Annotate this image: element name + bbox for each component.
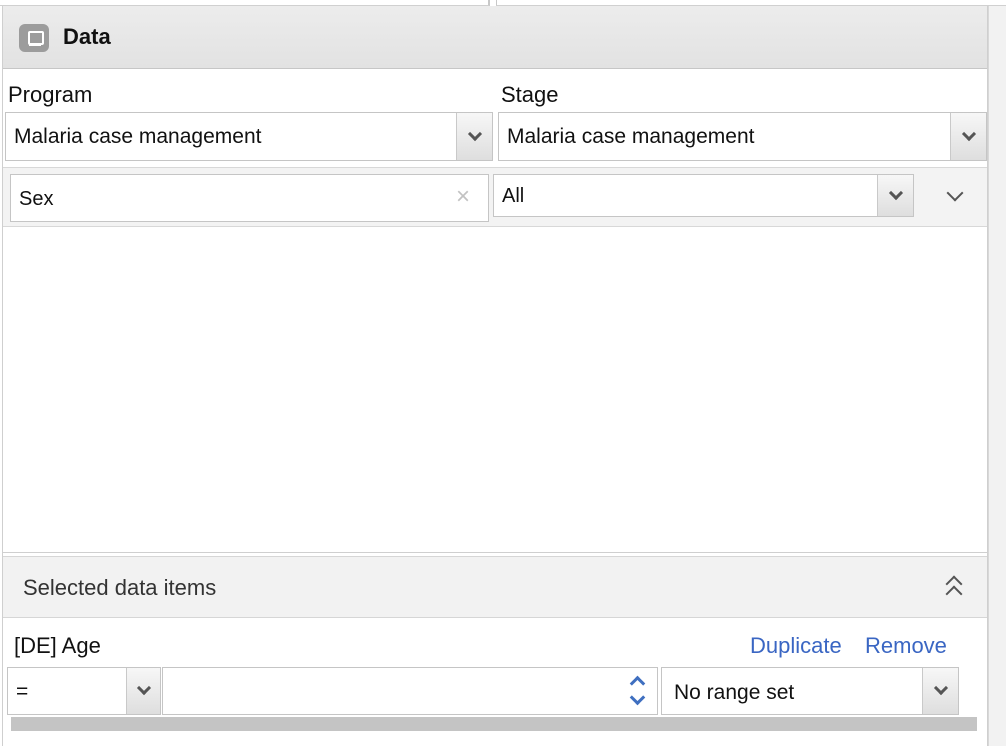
operator-dropdown-trigger[interactable] [126,668,160,714]
expand-chevron-icon[interactable] [946,184,964,202]
stage-dropdown-trigger[interactable] [950,113,986,160]
duplicate-link[interactable]: Duplicate [750,633,842,659]
filter-type-value: All [502,185,525,207]
selected-items-header[interactable]: Selected data items [3,556,987,618]
data-panel-icon [19,24,49,52]
stage-select[interactable]: Malaria case management [498,112,987,161]
selected-item-name: [DE] Age [14,633,101,658]
filter-type-select[interactable]: All [493,174,914,217]
program-select[interactable]: Malaria case management [5,112,493,161]
clear-icon[interactable]: × [456,185,470,209]
collapse-double-chevron-icon-lower[interactable] [945,585,963,603]
search-input-value: Sex [19,188,54,210]
selected-items-title: Selected data items [23,575,217,600]
chevron-down-icon [888,185,903,200]
available-items-list[interactable] [3,227,987,553]
spinner-down-icon[interactable] [629,689,646,706]
chevron-down-icon [933,680,948,696]
row-bottom-shadow [11,717,977,731]
operator-value: = [16,680,29,703]
chevron-down-icon [961,126,976,141]
range-dropdown-trigger[interactable] [922,668,958,714]
remove-link[interactable]: Remove [865,633,947,659]
program-dropdown-trigger[interactable] [456,113,492,160]
stage-select-value: Malaria case management [507,125,755,148]
program-select-value: Malaria case management [14,125,262,148]
chevron-down-icon [136,680,151,696]
range-value: No range set [674,681,795,704]
data-item-search-input[interactable]: Sex × [10,174,489,222]
data-panel: Data Program Stage Malaria case manageme… [2,6,988,746]
value-number-input[interactable] [162,667,658,715]
chevron-down-icon [467,126,482,141]
operator-select[interactable]: = [7,667,161,715]
number-spinner[interactable] [619,668,657,714]
filter-type-dropdown-trigger[interactable] [877,175,913,216]
stage-label: Stage [501,82,559,107]
filter-row: Sex × All [3,167,987,227]
right-scroll-gutter [988,6,1006,746]
panel-title: Data [63,24,111,49]
program-label: Program [8,82,93,107]
legend-range-select[interactable]: No range set [661,667,959,715]
panel-header[interactable]: Data [3,6,987,69]
